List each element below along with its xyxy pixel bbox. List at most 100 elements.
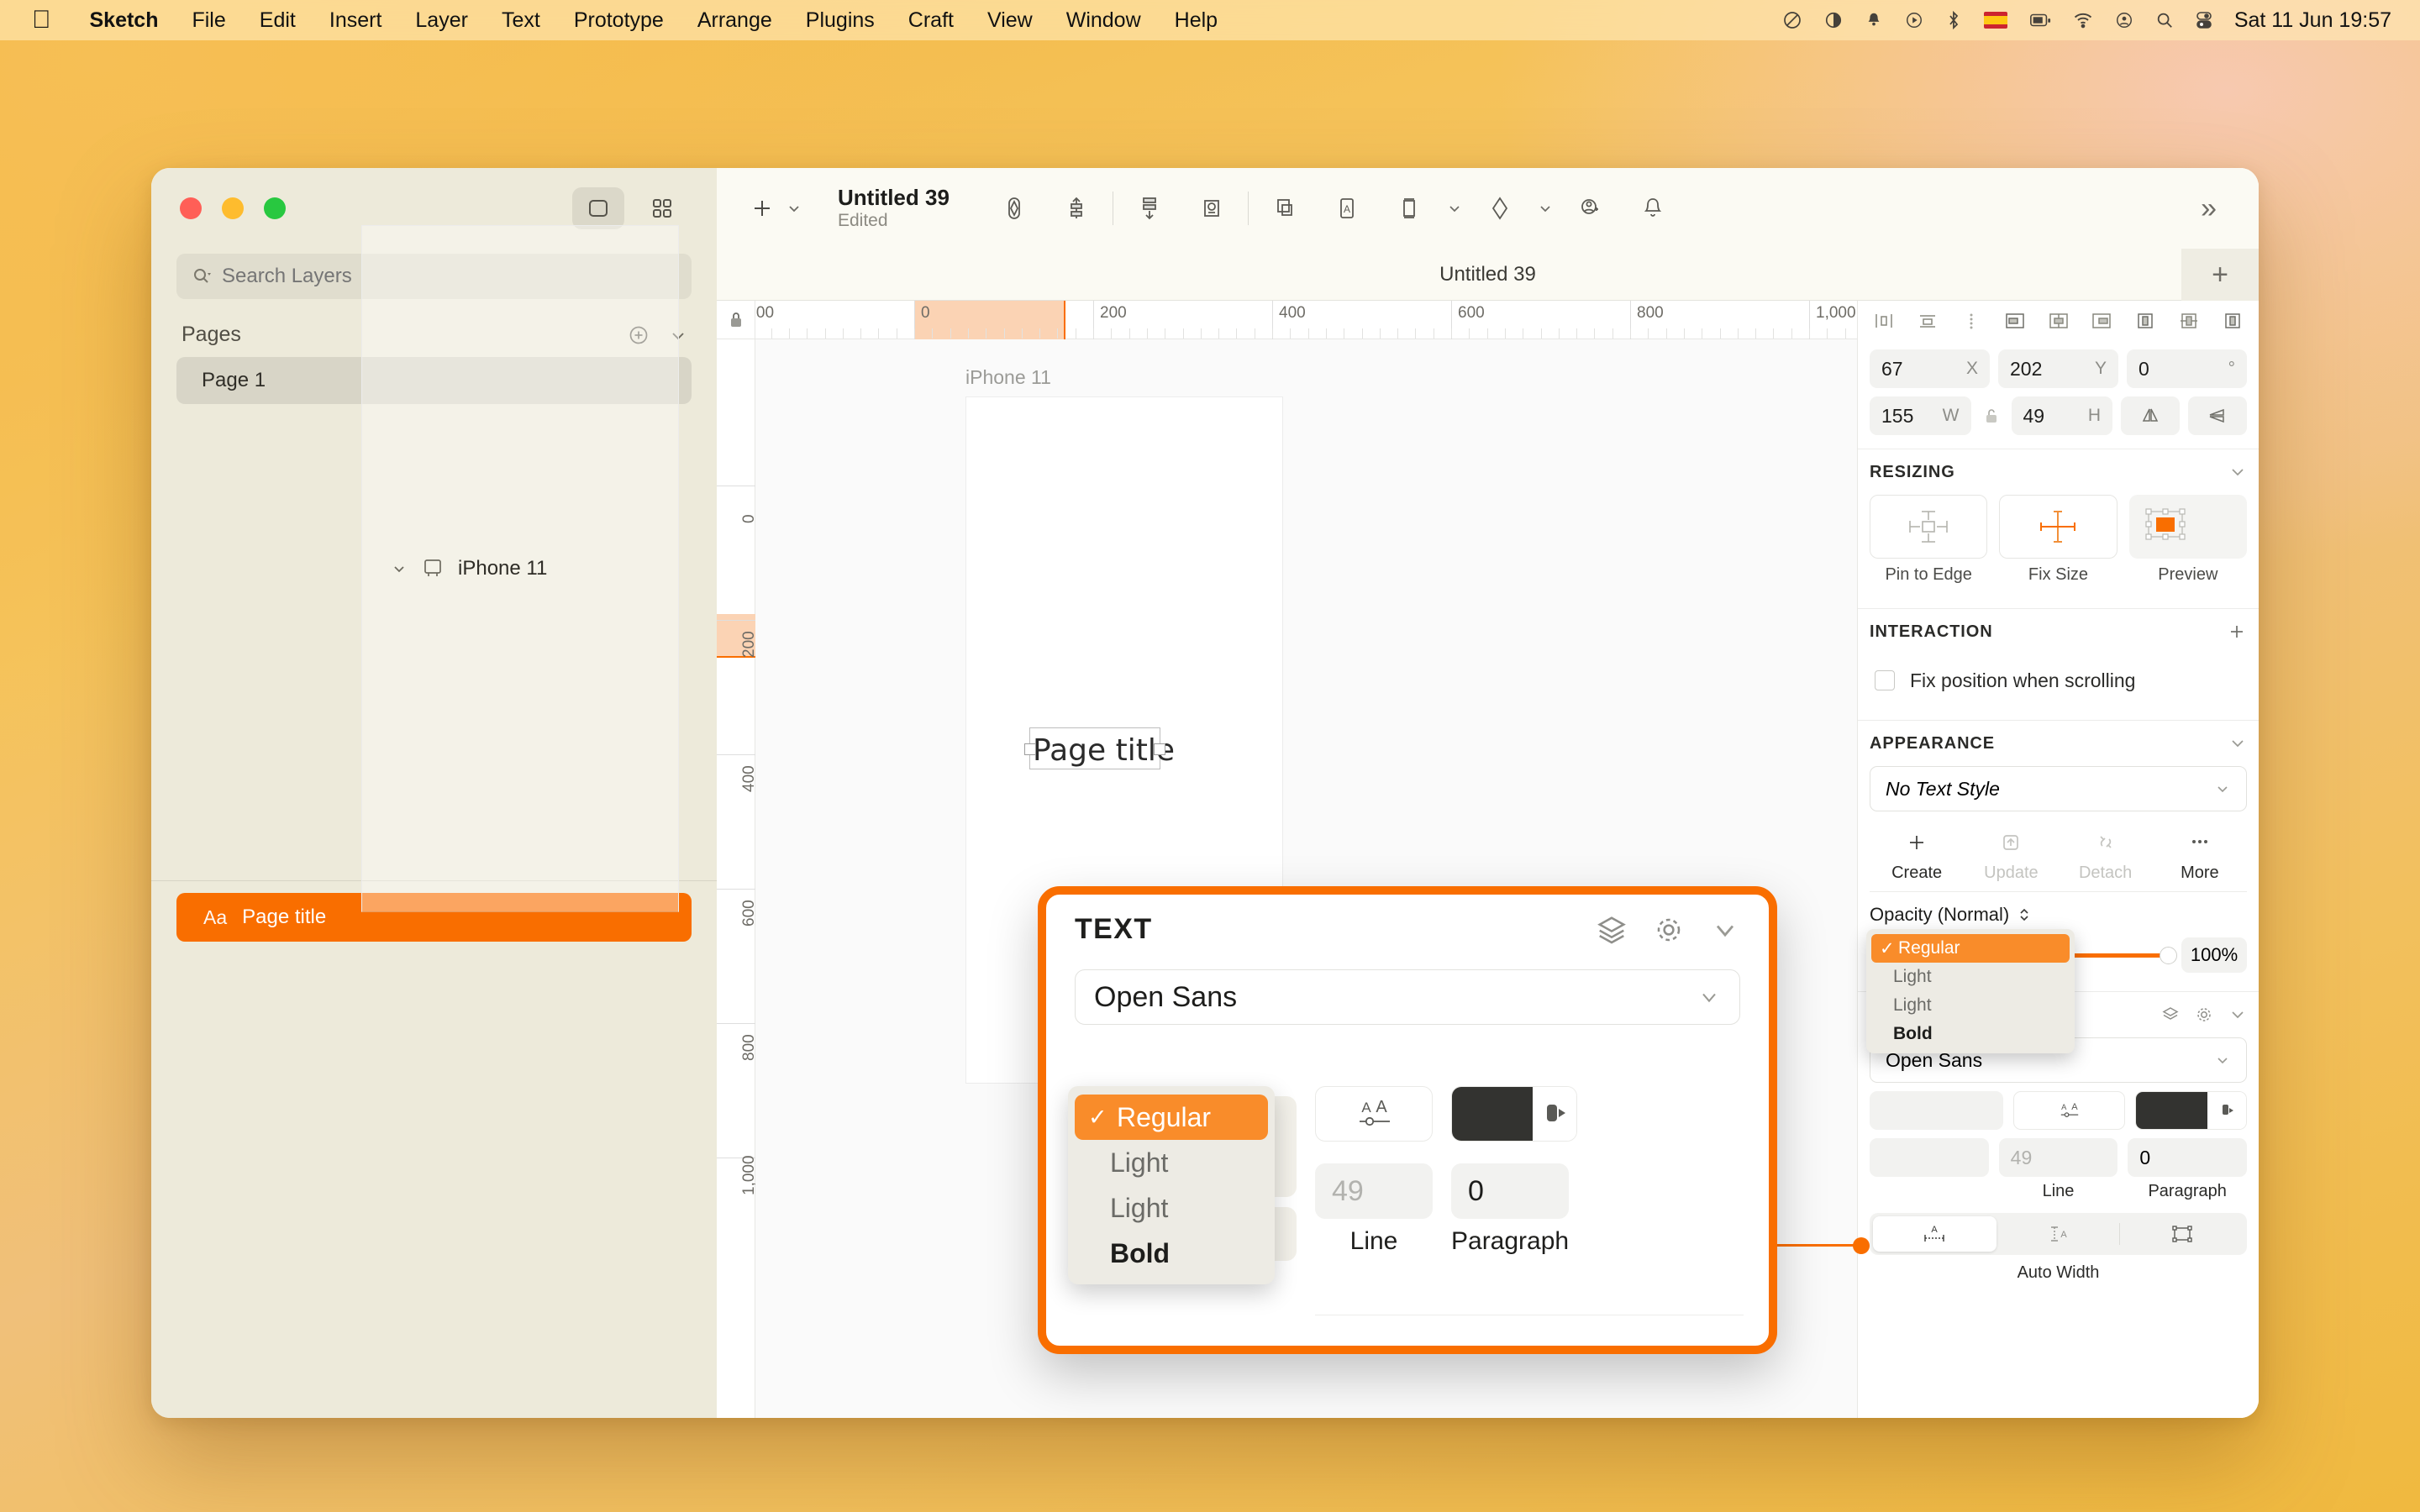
plug-icon[interactable] bbox=[2029, 11, 2051, 29]
text-behaviour-segmented[interactable]: A A bbox=[1870, 1213, 2247, 1255]
chevron-down-icon[interactable] bbox=[1710, 915, 1740, 945]
align-left-icon[interactable] bbox=[2001, 308, 2029, 333]
menu-item-window[interactable]: Window bbox=[1050, 8, 1158, 33]
menu-item-edit[interactable]: Edit bbox=[243, 8, 313, 33]
menu-item-help[interactable]: Help bbox=[1158, 8, 1234, 33]
add-tab-button[interactable]: + bbox=[2181, 249, 2259, 301]
menu-item-arrange[interactable]: Arrange bbox=[681, 8, 789, 33]
play-circle-icon[interactable] bbox=[1905, 11, 1923, 29]
text-style-select[interactable]: No Text Style bbox=[1870, 766, 2247, 811]
style-chevron-icon[interactable] bbox=[1531, 179, 1560, 238]
notifications-icon[interactable] bbox=[1622, 179, 1684, 238]
distribute-icon[interactable] bbox=[1118, 179, 1181, 238]
layers-icon[interactable] bbox=[1596, 914, 1628, 946]
font-size-field[interactable] bbox=[1870, 1138, 1989, 1177]
chevron-down-icon[interactable] bbox=[2228, 1005, 2247, 1024]
more-style-button[interactable]: More bbox=[2153, 825, 2247, 883]
gear-icon[interactable] bbox=[1653, 914, 1685, 946]
minimize-button[interactable] bbox=[222, 197, 244, 219]
fix-position-row[interactable]: Fix position when scrolling bbox=[1870, 654, 2247, 706]
align-top-icon[interactable] bbox=[2131, 308, 2160, 333]
control-center-icon[interactable] bbox=[2196, 11, 2212, 29]
stepper-icon[interactable] bbox=[2018, 906, 2031, 924]
menu-item-layer[interactable]: Layer bbox=[398, 8, 485, 33]
menu-item-plugins[interactable]: Plugins bbox=[789, 8, 892, 33]
component-icon[interactable] bbox=[1378, 179, 1440, 238]
chevron-down-icon[interactable] bbox=[1697, 985, 1721, 1009]
callout-paragraph-field[interactable]: 0 bbox=[1451, 1163, 1569, 1219]
font-weight-field[interactable] bbox=[1870, 1091, 2003, 1130]
weight-option-light-1[interactable]: Light bbox=[1866, 963, 2075, 991]
menu-item-sketch[interactable]: Sketch bbox=[73, 8, 176, 33]
menu-item-view[interactable]: View bbox=[971, 8, 1050, 33]
resize-preview-option[interactable]: Preview bbox=[2128, 495, 2247, 585]
plus-icon[interactable] bbox=[2227, 622, 2247, 642]
chevron-down-icon[interactable] bbox=[2228, 734, 2247, 753]
align-bottom-icon[interactable] bbox=[2218, 308, 2247, 333]
bell-icon[interactable] bbox=[1865, 11, 1883, 29]
canvas-view-button[interactable] bbox=[572, 187, 624, 229]
search-icon[interactable] bbox=[2155, 11, 2174, 29]
fix-position-checkbox[interactable] bbox=[1875, 670, 1895, 690]
distribute-icon[interactable] bbox=[1957, 308, 1986, 333]
gear-icon[interactable] bbox=[2195, 1005, 2213, 1024]
chevron-down-icon[interactable] bbox=[786, 200, 802, 217]
opacity-value[interactable]: 100% bbox=[2181, 937, 2247, 973]
vertical-ruler[interactable]: 0 200 400 600 800 1,000 bbox=[717, 301, 758, 1418]
chevron-down-icon[interactable] bbox=[391, 560, 408, 577]
weight-option-bold[interactable]: Bold bbox=[1866, 1020, 2075, 1048]
bluetooth-icon[interactable] bbox=[1945, 10, 1962, 30]
canvas-tab-label[interactable]: Untitled 39 bbox=[1439, 263, 1536, 286]
callout-line-height-field[interactable]: 49 bbox=[1315, 1163, 1433, 1219]
align-middle-icon[interactable] bbox=[2175, 308, 2203, 333]
align-center-icon[interactable] bbox=[2044, 308, 2073, 333]
ruler-lock-button[interactable] bbox=[717, 301, 755, 339]
paragraph-spacing-field[interactable]: 0 bbox=[2128, 1138, 2248, 1177]
mask-icon[interactable] bbox=[983, 179, 1045, 238]
component-chevron-icon[interactable] bbox=[1440, 179, 1469, 238]
menu-item-prototype[interactable]: Prototype bbox=[557, 8, 681, 33]
horizontal-ruler[interactable]: -200 0 200 400 600 800 1,000 bbox=[717, 301, 1857, 339]
create-style-button[interactable]: Create bbox=[1870, 825, 1964, 883]
character-spacing-icon[interactable]: A A bbox=[2013, 1091, 2125, 1130]
style-icon[interactable] bbox=[1469, 179, 1531, 238]
contrast-icon[interactable] bbox=[1824, 11, 1843, 29]
chevron-down-icon[interactable] bbox=[2214, 780, 2231, 797]
opacity-knob[interactable] bbox=[2160, 946, 2177, 964]
unlock-icon[interactable] bbox=[1980, 407, 2003, 425]
callout-font-family-select[interactable]: Open Sans bbox=[1075, 969, 1740, 1025]
x-field[interactable]: 67 X bbox=[1870, 349, 1990, 388]
weight-option-light-2[interactable]: Light bbox=[1866, 991, 2075, 1020]
weight-option-regular[interactable]: ✓ Regular bbox=[1871, 934, 2070, 963]
group-icon[interactable] bbox=[1181, 179, 1243, 238]
menu-item-text[interactable]: Text bbox=[485, 8, 557, 33]
callout-text-color-swatch[interactable] bbox=[1451, 1086, 1577, 1142]
flip-horizontal-icon[interactable] bbox=[2121, 396, 2180, 435]
pin-to-edge-option[interactable]: Pin to Edge bbox=[1870, 495, 1988, 585]
chevron-down-icon[interactable] bbox=[2228, 463, 2247, 481]
spanish-flag-icon[interactable] bbox=[1983, 12, 2007, 29]
no-entry-icon[interactable] bbox=[1782, 10, 1802, 30]
layers-icon[interactable] bbox=[2161, 1005, 2180, 1024]
text-color-swatch[interactable] bbox=[2135, 1091, 2247, 1130]
font-weight-dropdown-inspector[interactable]: ✓ Regular Light Light Bold bbox=[1866, 929, 2075, 1053]
apple-icon[interactable]:  bbox=[32, 8, 51, 33]
user-circle-icon[interactable] bbox=[2115, 11, 2133, 29]
width-field[interactable]: 155 W bbox=[1870, 396, 1971, 435]
make-symbol-icon[interactable]: A bbox=[1316, 179, 1378, 238]
height-field[interactable]: 49 H bbox=[2011, 396, 2112, 435]
ungroup-icon[interactable] bbox=[1254, 179, 1316, 238]
menu-item-insert[interactable]: Insert bbox=[313, 8, 399, 33]
layer-row-artboard[interactable]: iPhone 11 bbox=[361, 225, 679, 912]
rotation-field[interactable]: 0 ° bbox=[2127, 349, 2247, 388]
menu-item-file[interactable]: File bbox=[175, 8, 242, 33]
text-layer-selection[interactable]: Page title bbox=[1024, 727, 1175, 769]
chevron-down-icon[interactable] bbox=[2214, 1052, 2231, 1068]
wifi-icon[interactable] bbox=[2073, 12, 2093, 29]
flip-vertical-icon[interactable] bbox=[2188, 396, 2247, 435]
fixed-size-icon[interactable] bbox=[2120, 1216, 2244, 1252]
insert-button[interactable] bbox=[740, 195, 816, 222]
eyedropper-icon[interactable] bbox=[2207, 1092, 2246, 1129]
eyedropper-icon[interactable] bbox=[1533, 1087, 1576, 1141]
align-horizontal-center-icon[interactable] bbox=[1870, 308, 1898, 333]
